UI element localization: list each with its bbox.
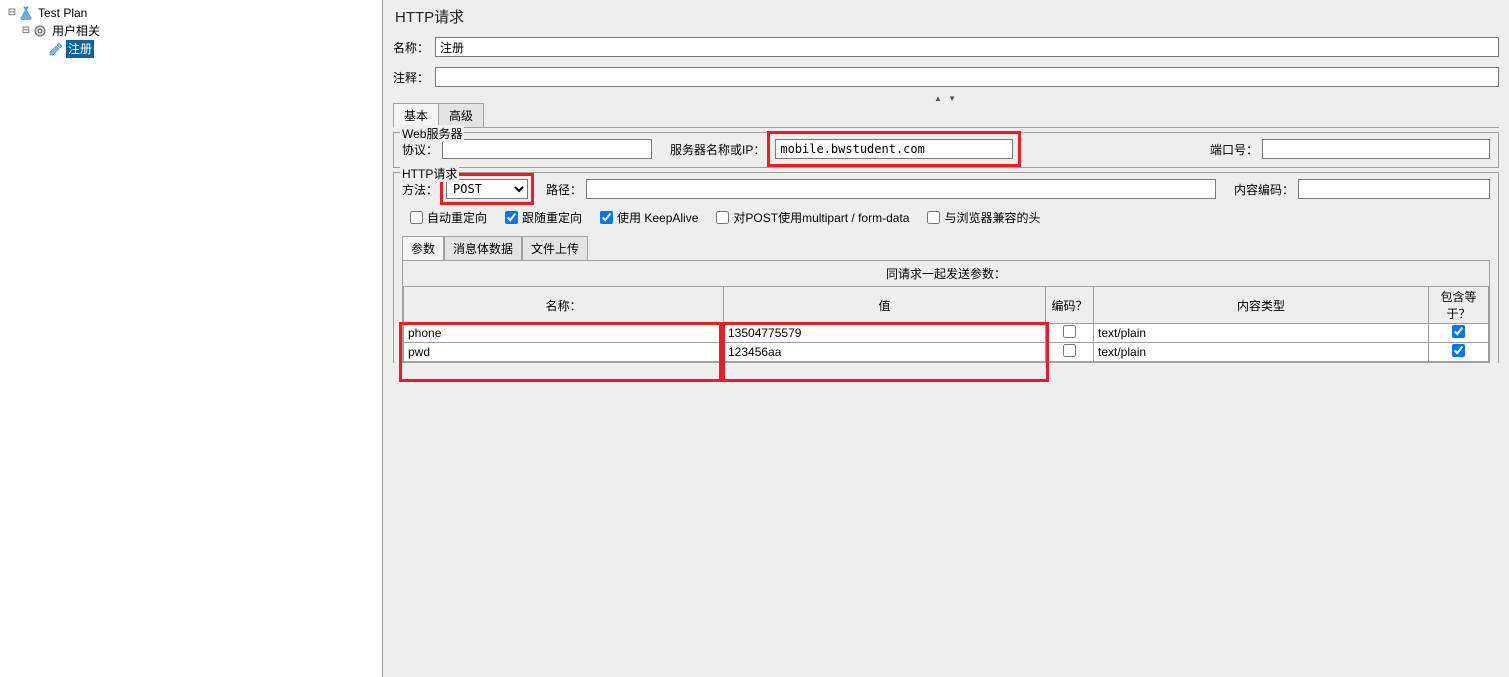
ptab-body[interactable]: 消息体数据 (444, 236, 522, 260)
method-label: 方法： (402, 181, 438, 198)
main-panel: HTTP请求 名称： 注释： ▲ ▼ 基本 高级 Web服务器 协议： 服务器名… (383, 0, 1509, 677)
cell-ctype[interactable]: text/plain (1094, 324, 1429, 343)
chk-auto-redirect[interactable]: 自动重定向 (410, 209, 487, 226)
ptab-params[interactable]: 参数 (402, 236, 444, 260)
tree-panel: ⊟ Test Plan ⊟ 用户相关 注册 (0, 0, 383, 677)
tree-root-label: Test Plan (36, 4, 89, 22)
ptab-files[interactable]: 文件上传 (522, 236, 588, 260)
col-include[interactable]: 包含等于？ (1429, 287, 1489, 324)
tree-group[interactable]: ⊟ 用户相关 (4, 22, 382, 40)
gear-icon (32, 23, 48, 39)
name-label: 名称： (393, 39, 429, 56)
encoding-label: 内容编码： (1234, 181, 1294, 198)
comment-label: 注释： (393, 69, 429, 86)
webserver-group: Web服务器 协议： 服务器名称或IP： 端口号： (393, 132, 1499, 168)
panel-title: HTTP请求 (395, 6, 1499, 27)
cell-value[interactable]: 123456aa (724, 343, 1046, 362)
table-row[interactable]: phone13504775579 text/plain (404, 324, 1489, 343)
params-caption: 同请求一起发送参数： (403, 261, 1489, 286)
chk-keepalive[interactable]: 使用 KeepAlive (600, 209, 698, 226)
params-tabs: 参数 消息体数据 文件上传 (402, 236, 1490, 260)
port-input[interactable] (1262, 139, 1490, 159)
cell-name[interactable]: pwd (404, 343, 724, 362)
config-tabs: 基本 高级 (393, 102, 1499, 128)
cell-name[interactable]: phone (404, 324, 724, 343)
server-input[interactable] (775, 139, 1013, 159)
cell-ctype[interactable]: text/plain (1094, 343, 1429, 362)
httpreq-group: HTTP请求 方法： POST 路径： 内容编码： 自动重定向 跟随重定向 使用… (393, 172, 1499, 363)
flask-icon (18, 5, 34, 21)
table-row[interactable]: pwd123456aa text/plain (404, 343, 1489, 362)
cell-encode[interactable] (1046, 324, 1094, 343)
collapse-icon[interactable]: ⊟ (6, 4, 18, 22)
name-input[interactable] (435, 37, 1499, 57)
cell-value[interactable]: 13504775579 (724, 324, 1046, 343)
path-label: 路径： (546, 181, 582, 198)
comment-row: 注释： (393, 67, 1499, 87)
cell-include[interactable] (1429, 343, 1489, 362)
server-label: 服务器名称或IP： (670, 141, 765, 158)
col-value[interactable]: 值 (724, 287, 1046, 324)
chk-multipart[interactable]: 对POST使用multipart / form-data (716, 209, 909, 226)
params-table: 名称： 值 编码？ 内容类型 包含等于？ phone13504775579 tex… (403, 286, 1489, 362)
protocol-input[interactable] (442, 139, 652, 159)
chk-browser-compat[interactable]: 与浏览器兼容的头 (927, 209, 1040, 226)
port-label: 端口号： (1210, 141, 1258, 158)
divider: ▲ ▼ (393, 97, 1499, 100)
name-row: 名称： (393, 37, 1499, 57)
col-ctype[interactable]: 内容类型 (1094, 287, 1429, 324)
options-row: 自动重定向 跟随重定向 使用 KeepAlive 对POST使用multipar… (402, 209, 1490, 226)
collapse-icon[interactable]: ⊟ (20, 22, 32, 40)
tree-item-label: 注册 (66, 40, 94, 58)
col-name[interactable]: 名称： (404, 287, 724, 324)
dropper-icon (48, 41, 64, 57)
webserver-legend: Web服务器 (400, 125, 464, 142)
encoding-input[interactable] (1298, 179, 1490, 199)
httpreq-legend: HTTP请求 (400, 165, 459, 182)
params-header-row: 名称： 值 编码？ 内容类型 包含等于？ (404, 287, 1489, 324)
chk-follow-redirect[interactable]: 跟随重定向 (505, 209, 582, 226)
col-encode[interactable]: 编码？ (1046, 287, 1094, 324)
cell-encode[interactable] (1046, 343, 1094, 362)
cell-include[interactable] (1429, 324, 1489, 343)
method-select[interactable]: POST (446, 179, 528, 199)
protocol-label: 协议： (402, 141, 438, 158)
tree-item[interactable]: 注册 (4, 40, 382, 58)
comment-input[interactable] (435, 67, 1499, 87)
tree-root[interactable]: ⊟ Test Plan (4, 4, 382, 22)
path-input[interactable] (586, 179, 1216, 199)
tree-group-label: 用户相关 (50, 22, 102, 40)
